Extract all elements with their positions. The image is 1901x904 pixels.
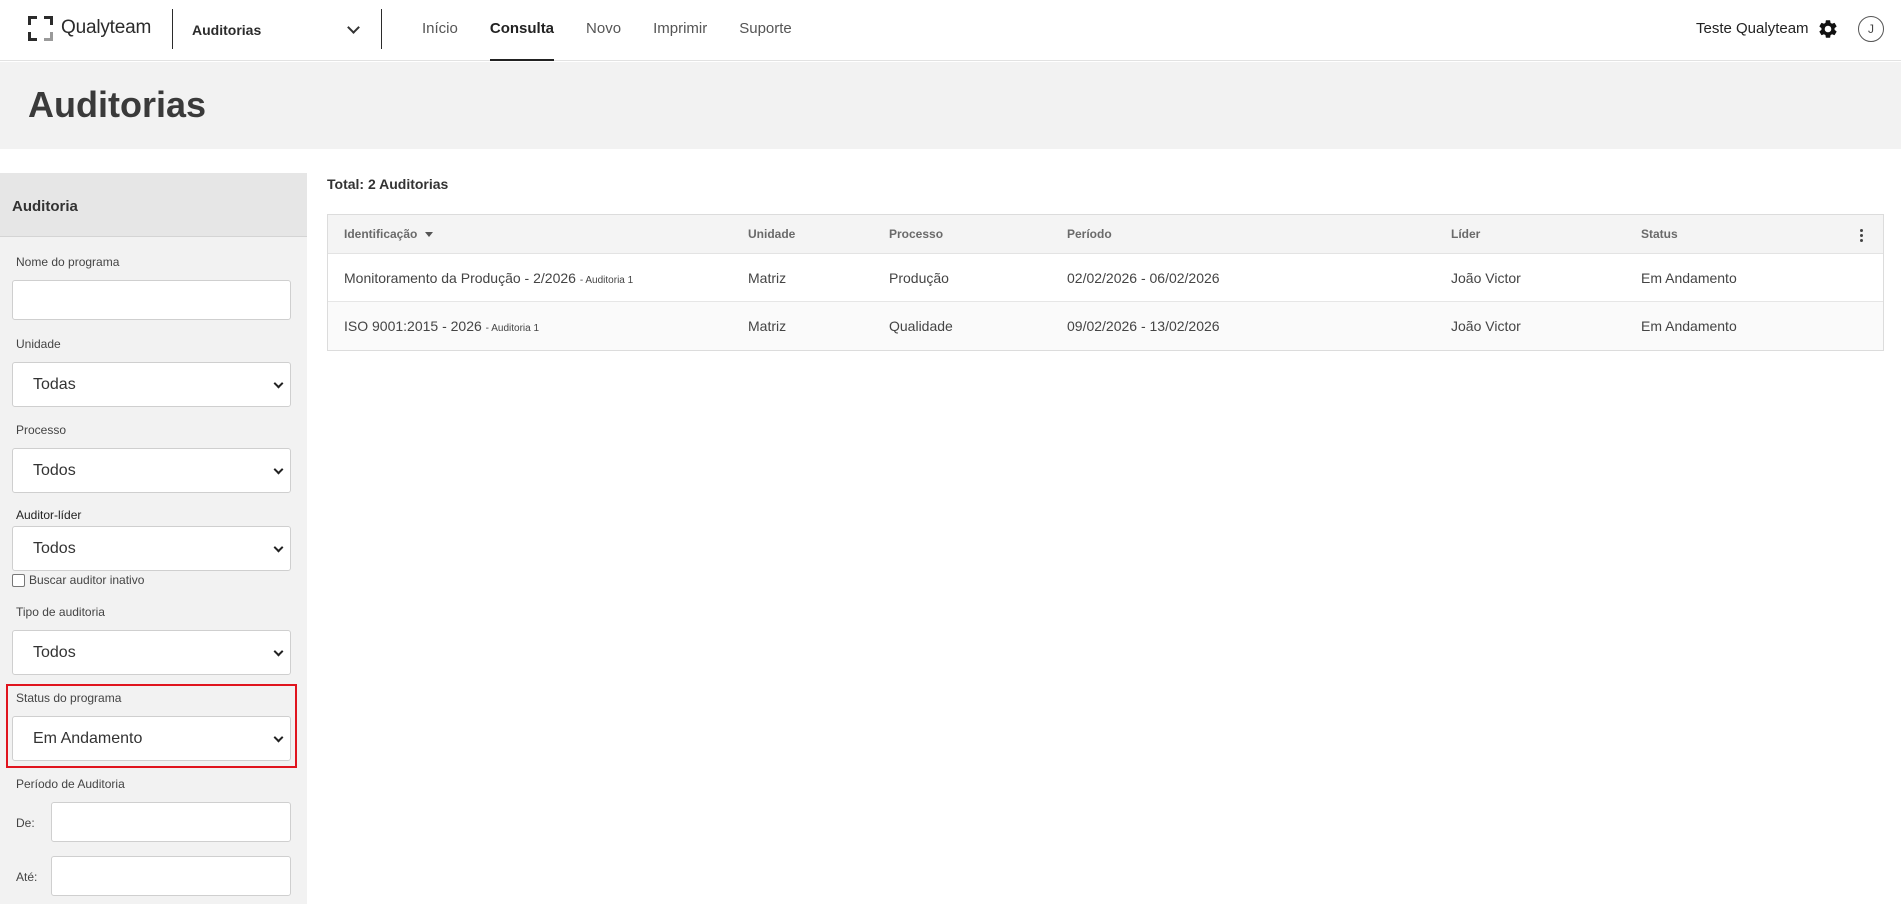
cell-lider: João Victor	[1451, 318, 1521, 334]
divider	[381, 9, 382, 49]
audit-period-label: Período de Auditoria	[16, 777, 125, 791]
column-header-periodo[interactable]: Período	[1067, 227, 1112, 241]
process-label: Processo	[16, 423, 67, 437]
logo-mark-icon	[28, 15, 53, 41]
chevron-down-icon	[273, 378, 284, 389]
column-header-unidade[interactable]: Unidade	[748, 227, 795, 241]
kebab-menu-icon[interactable]	[1860, 229, 1863, 244]
nav-item-consulta[interactable]: Consulta	[474, 0, 570, 61]
user-avatar[interactable]: J	[1858, 16, 1884, 42]
user-name[interactable]: Teste Qualyteam	[1696, 20, 1809, 37]
cell-identificacao: Monitoramento da Produção - 2/2026 - Aud…	[344, 270, 634, 286]
cell-status: Em Andamento	[1641, 318, 1737, 334]
program-name-input[interactable]	[12, 280, 291, 320]
column-header-processo[interactable]: Processo	[889, 227, 943, 241]
nav-item-inicio[interactable]: Início	[406, 0, 474, 61]
nav-item-suporte[interactable]: Suporte	[723, 0, 808, 61]
lead-auditor-label: Auditor-líder	[16, 508, 82, 522]
chevron-down-icon	[273, 646, 284, 657]
table-row[interactable]: Monitoramento da Produção - 2/2026 - Aud…	[328, 254, 1883, 302]
page-title: Auditorias	[28, 84, 207, 125]
main-nav: Início Consulta Novo Imprimir Suporte	[406, 0, 808, 61]
column-header-status[interactable]: Status	[1641, 227, 1678, 241]
sort-desc-icon	[425, 232, 434, 238]
inactive-auditor-label[interactable]: Buscar auditor inativo	[29, 573, 144, 587]
chevron-down-icon	[273, 542, 284, 553]
unit-select-value: Todas	[33, 376, 76, 393]
audits-table: Identificação Unidade Processo Período L…	[327, 214, 1884, 351]
nav-item-imprimir[interactable]: Imprimir	[637, 0, 723, 61]
cell-periodo: 02/02/2026 - 06/02/2026	[1067, 270, 1220, 286]
cell-processo: Produção	[889, 270, 949, 286]
inactive-auditor-checkbox[interactable]	[12, 573, 25, 587]
process-select-value: Todos	[33, 462, 76, 479]
status-filter-highlight	[6, 684, 297, 768]
audit-type-select[interactable]: Todos	[12, 630, 291, 675]
filter-sidebar: Auditoria Nome do programa Unidade Todas…	[0, 173, 307, 904]
cell-periodo: 09/02/2026 - 13/02/2026	[1067, 318, 1220, 334]
column-header-lider[interactable]: Líder	[1451, 227, 1480, 241]
cell-status: Em Andamento	[1641, 270, 1737, 286]
audit-type-select-value: Todos	[33, 644, 76, 661]
program-name-label: Nome do programa	[16, 255, 120, 269]
table-header: Identificação Unidade Processo Período L…	[328, 215, 1883, 254]
divider	[172, 9, 173, 49]
chevron-down-icon	[273, 464, 284, 475]
column-header-identificacao[interactable]: Identificação	[344, 227, 434, 241]
cell-unidade: Matriz	[748, 318, 787, 334]
inactive-auditor-row: Buscar auditor inativo	[12, 573, 144, 587]
cell-identificacao: ISO 9001:2015 - 2026 - Auditoria 1	[344, 318, 540, 334]
top-bar: Qualyteam Auditorias Início Consulta Nov…	[0, 0, 1901, 61]
brand-name: Qualyteam	[61, 17, 152, 38]
period-to-label: Até:	[16, 870, 38, 884]
gear-icon[interactable]	[1817, 18, 1839, 40]
sidebar-title: Auditoria	[0, 173, 307, 237]
cell-lider: João Victor	[1451, 270, 1521, 286]
lead-auditor-select[interactable]: Todos	[12, 526, 291, 571]
results-total: Total: 2 Auditorias	[327, 176, 449, 192]
column-header-label: Identificação	[344, 227, 418, 241]
table-row[interactable]: ISO 9001:2015 - 2026 - Auditoria 1 Matri…	[328, 302, 1883, 350]
unit-select[interactable]: Todas	[12, 362, 291, 407]
unit-label: Unidade	[16, 337, 61, 351]
chevron-down-icon	[347, 21, 360, 34]
module-selector[interactable]: Auditorias	[192, 18, 362, 42]
audit-type-label: Tipo de auditoria	[16, 605, 105, 619]
brand-logo[interactable]: Qualyteam	[28, 15, 151, 41]
page-header: Auditorias	[0, 62, 1901, 149]
period-from-input[interactable]	[51, 802, 291, 842]
nav-item-novo[interactable]: Novo	[570, 0, 637, 61]
lead-auditor-select-value: Todos	[33, 540, 76, 557]
module-selector-label: Auditorias	[192, 22, 262, 38]
period-from-label: De:	[16, 816, 35, 830]
cell-processo: Qualidade	[889, 318, 953, 334]
cell-unidade: Matriz	[748, 270, 787, 286]
period-to-input[interactable]	[51, 856, 291, 896]
process-select[interactable]: Todos	[12, 448, 291, 493]
